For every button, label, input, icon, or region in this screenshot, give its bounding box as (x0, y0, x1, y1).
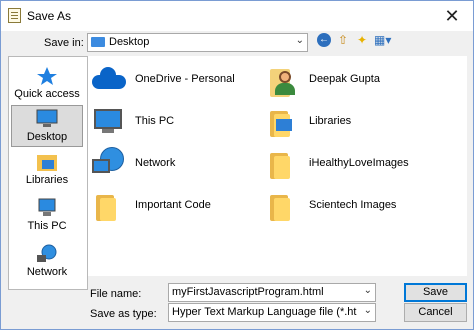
view-menu-icon[interactable]: ▦▾ (374, 33, 391, 47)
close-icon[interactable]: ✕ (431, 1, 473, 31)
libraries-icon (264, 105, 300, 139)
places-bar: Quick access Desktop Libraries This PC N… (8, 56, 88, 290)
list-item-this-pc[interactable]: This PC (90, 103, 260, 141)
file-name-label: File name: (90, 288, 142, 300)
up-folder-icon[interactable]: ⇧ (336, 33, 350, 47)
place-libraries[interactable]: Libraries (11, 149, 83, 191)
save-as-type-label: Save as type: (90, 308, 157, 320)
save-in-label: Save in: (44, 37, 84, 49)
place-label: Desktop (26, 131, 68, 143)
folder-icon (264, 189, 300, 223)
cancel-button[interactable]: Cancel (404, 303, 467, 322)
save-button[interactable]: Save (404, 283, 467, 302)
place-desktop[interactable]: Desktop (11, 105, 83, 147)
save-as-dialog: Save As ✕ Save in: Desktop ⌄ ← ⇧ ✦ ▦▾ Qu… (0, 0, 474, 330)
user-folder-icon (264, 63, 300, 97)
list-item-folder[interactable]: Important Code (90, 187, 260, 225)
network-icon (90, 147, 126, 181)
computer-icon (90, 105, 126, 139)
item-label: This PC (135, 115, 175, 127)
place-this-pc[interactable]: This PC (11, 195, 83, 237)
folder-icon (90, 189, 126, 223)
list-item-network[interactable]: Network (90, 145, 260, 183)
file-list: OneDrive - Personal Deepak Gupta This PC… (88, 56, 467, 276)
chevron-down-icon: ⌄ (295, 35, 304, 46)
save-as-type-dropdown[interactable]: Hyper Text Markup Language file (*.html;… (168, 303, 376, 322)
place-label: Quick access (14, 88, 80, 100)
file-name-value: myFirstJavascriptProgram.html (172, 286, 324, 298)
desktop-icon (36, 109, 58, 129)
title-bar: Save As ✕ (1, 1, 473, 31)
onedrive-icon (90, 63, 126, 97)
place-label: Network (26, 266, 68, 278)
toolbar: ← ⇧ ✦ ▦▾ (317, 33, 391, 51)
place-label: This PC (27, 220, 67, 232)
chevron-down-icon: ⌄ (363, 305, 372, 316)
place-label: Libraries (25, 174, 69, 186)
place-quick-access[interactable]: Quick access (11, 63, 83, 105)
item-label: iHealthyLoveImages (309, 157, 409, 169)
network-icon (36, 244, 58, 264)
save-in-value: Desktop (109, 36, 150, 48)
computer-icon (36, 198, 58, 218)
list-item-folder[interactable]: Scientech Images (264, 187, 434, 225)
item-label: Deepak Gupta (309, 73, 380, 85)
star-icon (36, 66, 58, 86)
chevron-down-icon[interactable]: ⌄ (364, 285, 372, 296)
list-item-folder[interactable]: iHealthyLoveImages (264, 145, 434, 183)
save-as-type-value: Hyper Text Markup Language file (*.html;… (172, 306, 357, 318)
place-network[interactable]: Network (11, 241, 83, 283)
folder-icon (264, 147, 300, 181)
desktop-folder-icon (91, 37, 105, 47)
libraries-icon (36, 152, 58, 172)
list-item-libraries[interactable]: Libraries (264, 103, 434, 141)
save-in-dropdown[interactable]: Desktop ⌄ (87, 33, 308, 52)
item-label: OneDrive - Personal (135, 73, 235, 85)
back-icon[interactable]: ← (317, 33, 331, 47)
list-item-user[interactable]: Deepak Gupta (264, 61, 434, 99)
item-label: Scientech Images (309, 199, 397, 211)
window-title: Save As (27, 9, 72, 23)
item-label: Libraries (309, 115, 352, 127)
file-name-field[interactable]: myFirstJavascriptProgram.html ⌄ (168, 283, 376, 302)
notepad-icon (8, 8, 21, 23)
new-folder-icon[interactable]: ✦ (355, 33, 369, 47)
list-item-onedrive[interactable]: OneDrive - Personal (90, 61, 260, 99)
item-label: Network (135, 157, 176, 169)
item-label: Important Code (135, 199, 211, 211)
